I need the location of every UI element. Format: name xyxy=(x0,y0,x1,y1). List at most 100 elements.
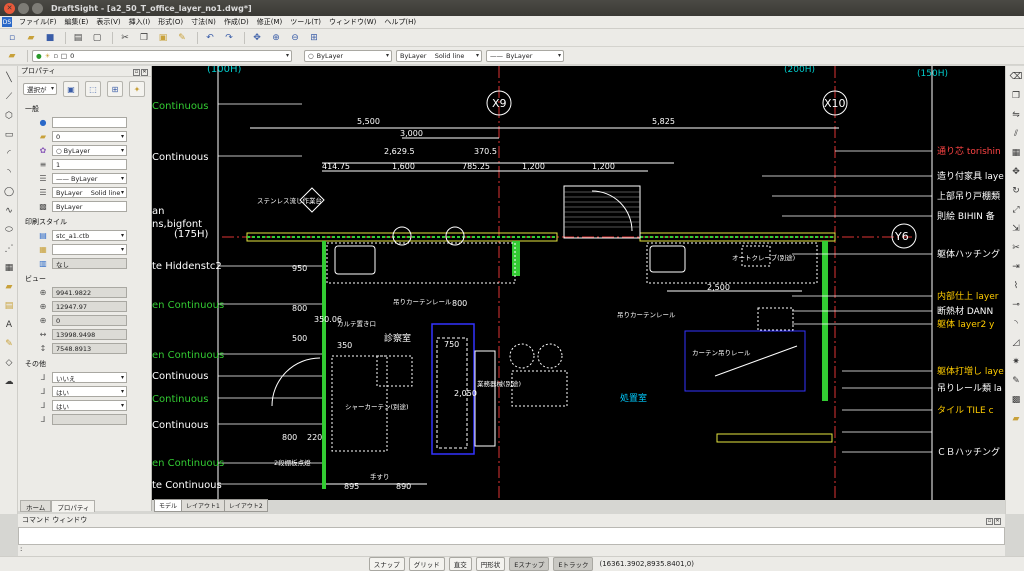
open-folder-icon[interactable]: ▰ xyxy=(23,30,39,46)
line-tool-icon[interactable]: ╲ xyxy=(2,71,16,85)
trim-icon[interactable]: ✂ xyxy=(1009,241,1023,255)
menu-modify[interactable]: 修正(M) xyxy=(253,17,287,27)
arc-tool-icon[interactable]: ◜ xyxy=(2,147,16,161)
copy-icon[interactable]: ❐ xyxy=(136,30,152,46)
prop-transparency-field[interactable]: ByLayer xyxy=(52,201,127,212)
menu-window[interactable]: ウィンドウ(W) xyxy=(325,17,380,27)
lineweight-select[interactable]: —— ByLayer ▾ xyxy=(486,49,564,62)
polar-toggle[interactable]: 円形状 xyxy=(475,557,506,571)
tab-home[interactable]: ホーム xyxy=(20,500,52,512)
command-history[interactable] xyxy=(18,527,1005,545)
match-properties-icon[interactable]: ✎ xyxy=(174,30,190,46)
arc2-tool-icon[interactable]: ◝ xyxy=(2,166,16,180)
pattern-icon[interactable]: ▦ xyxy=(1009,146,1023,160)
prop-blank-field[interactable] xyxy=(52,117,127,128)
properties-icon[interactable]: ▰ xyxy=(1009,412,1023,426)
menu-dimension[interactable]: 寸法(N) xyxy=(187,17,220,27)
copy-entity-icon[interactable]: ❐ xyxy=(1009,89,1023,103)
zoom-window-icon[interactable]: ⊕ xyxy=(268,30,284,46)
close-window-button[interactable]: ✕ xyxy=(4,2,15,14)
stretch-icon[interactable]: ⇲ xyxy=(1009,222,1023,236)
circle-tool-icon[interactable]: ◯ xyxy=(2,185,16,199)
explode-icon[interactable]: ✷ xyxy=(1009,355,1023,369)
zoom-fit-icon[interactable]: ⊞ xyxy=(306,30,322,46)
menu-help[interactable]: ヘルプ(H) xyxy=(380,17,420,27)
tab-layout2[interactable]: レイアウト2 xyxy=(223,499,268,512)
menu-format[interactable]: 形式(O) xyxy=(154,17,187,27)
prop-other-2-select[interactable]: はい ▾ xyxy=(52,386,127,397)
prop-color-select[interactable]: ○ ByLayer ▾ xyxy=(52,145,127,156)
save-icon[interactable]: ■ xyxy=(42,30,58,46)
erase-icon[interactable]: ⌫ xyxy=(1009,70,1023,84)
pan-icon[interactable]: ✥ xyxy=(249,30,265,46)
chamfer-icon[interactable]: ◿ xyxy=(1009,336,1023,350)
spline-tool-icon[interactable]: ∿ xyxy=(2,204,16,218)
color-select[interactable]: ○ ByLayer ▾ xyxy=(304,49,392,62)
mirror-icon[interactable]: ⇋ xyxy=(1009,108,1023,122)
panel-float-icon[interactable]: ▫ xyxy=(986,517,993,525)
point-tool-icon[interactable]: ⋰ xyxy=(2,242,16,256)
cut-icon[interactable]: ✂ xyxy=(117,30,133,46)
text-tool-icon[interactable]: A xyxy=(2,318,16,332)
polyline-tool-icon[interactable]: ⟋ xyxy=(2,90,16,104)
tab-properties[interactable]: プロパティ xyxy=(51,500,96,512)
rectangle-tool-icon[interactable]: ▭ xyxy=(2,128,16,142)
print-preview-icon[interactable]: ▢ xyxy=(89,30,105,46)
print-icon[interactable]: ▤ xyxy=(70,30,86,46)
app-logo-icon[interactable]: DS xyxy=(2,17,12,27)
prop-other-3-select[interactable]: はい ▾ xyxy=(52,400,127,411)
quick-select-icon[interactable]: ⊞ xyxy=(107,81,123,97)
menu-draw[interactable]: 作成(D) xyxy=(220,17,253,27)
menu-tools[interactable]: ツール(T) xyxy=(286,17,325,27)
rotate-icon[interactable]: ↻ xyxy=(1009,184,1023,198)
command-input[interactable]: : xyxy=(18,545,1005,554)
ortho-toggle[interactable]: 直交 xyxy=(448,557,472,571)
scale-icon[interactable]: ⤢ xyxy=(1009,203,1023,217)
menu-view[interactable]: 表示(V) xyxy=(92,17,124,27)
fillet-icon[interactable]: ◝ xyxy=(1009,317,1023,331)
filter-icon[interactable]: ✦ xyxy=(129,81,145,97)
panel-close-icon[interactable]: ✕ xyxy=(994,517,1001,525)
panel-float-icon[interactable]: ▫ xyxy=(133,68,140,76)
snap-toggle[interactable]: スナップ xyxy=(368,557,405,571)
esnap-toggle[interactable]: Eスナップ xyxy=(509,557,550,571)
layer-manager-icon[interactable]: ▰ xyxy=(4,48,20,64)
redo-icon[interactable]: ↷ xyxy=(221,30,237,46)
linestyle-select[interactable]: ByLayer Solid line ▾ xyxy=(396,49,482,62)
new-file-icon[interactable]: ▫ xyxy=(4,30,20,46)
hatch-tool-icon[interactable]: ▦ xyxy=(2,261,16,275)
edit-polyline-icon[interactable]: ✎ xyxy=(1009,374,1023,388)
prop-print-style-select[interactable]: ▾ xyxy=(52,244,127,255)
toggle-pickadd-icon[interactable]: ▣ xyxy=(63,81,79,97)
tab-model[interactable]: モデル xyxy=(154,499,183,512)
grid-toggle[interactable]: グリッド xyxy=(408,557,445,571)
paste-icon[interactable]: ▣ xyxy=(155,30,171,46)
block-tool-icon[interactable]: ▰ xyxy=(2,280,16,294)
undo-icon[interactable]: ↶ xyxy=(202,30,218,46)
table-tool-icon[interactable]: ▤ xyxy=(2,299,16,313)
tab-layout1[interactable]: レイアウト1 xyxy=(181,499,225,512)
select-objects-icon[interactable]: ⬚ xyxy=(85,81,101,97)
drawing-svg[interactable]: X9 X10 Y6 (100H) Continuous Continuous a… xyxy=(152,66,1005,500)
offset-icon[interactable]: ⫽ xyxy=(1009,127,1023,141)
panel-close-icon[interactable]: ✕ xyxy=(141,68,148,76)
selection-filter-select[interactable]: 選択が ▾ xyxy=(23,83,57,95)
edit-hatch-icon[interactable]: ▩ xyxy=(1009,393,1023,407)
region-tool-icon[interactable]: ◇ xyxy=(2,356,16,370)
join-icon[interactable]: ⊸ xyxy=(1009,298,1023,312)
cloud-tool-icon[interactable]: ☁ xyxy=(2,375,16,389)
prop-lineweight-select[interactable]: —— ByLayer ▾ xyxy=(52,173,127,184)
minimize-window-button[interactable] xyxy=(18,2,29,14)
break-icon[interactable]: ⌇ xyxy=(1009,279,1023,293)
prop-layer-select[interactable]: 0 ▾ xyxy=(52,131,127,142)
prop-scale-field[interactable]: 1 xyxy=(52,159,127,170)
move-icon[interactable]: ✥ xyxy=(1009,165,1023,179)
layer-select[interactable]: ● ☀ ▫ □ 0 ▾ xyxy=(32,49,292,62)
extend-icon[interactable]: ⇥ xyxy=(1009,260,1023,274)
prop-linestyle-select[interactable]: ByLayer Solid line ▾ xyxy=(52,187,127,198)
polygon-tool-icon[interactable]: ⬡ xyxy=(2,109,16,123)
prop-print-table-select[interactable]: stc_a1.ctb ▾ xyxy=(52,230,127,241)
prop-other-1-select[interactable]: いいえ ▾ xyxy=(52,372,127,383)
menu-edit[interactable]: 編集(E) xyxy=(61,17,93,27)
etrack-toggle[interactable]: Eトラック xyxy=(553,557,594,571)
